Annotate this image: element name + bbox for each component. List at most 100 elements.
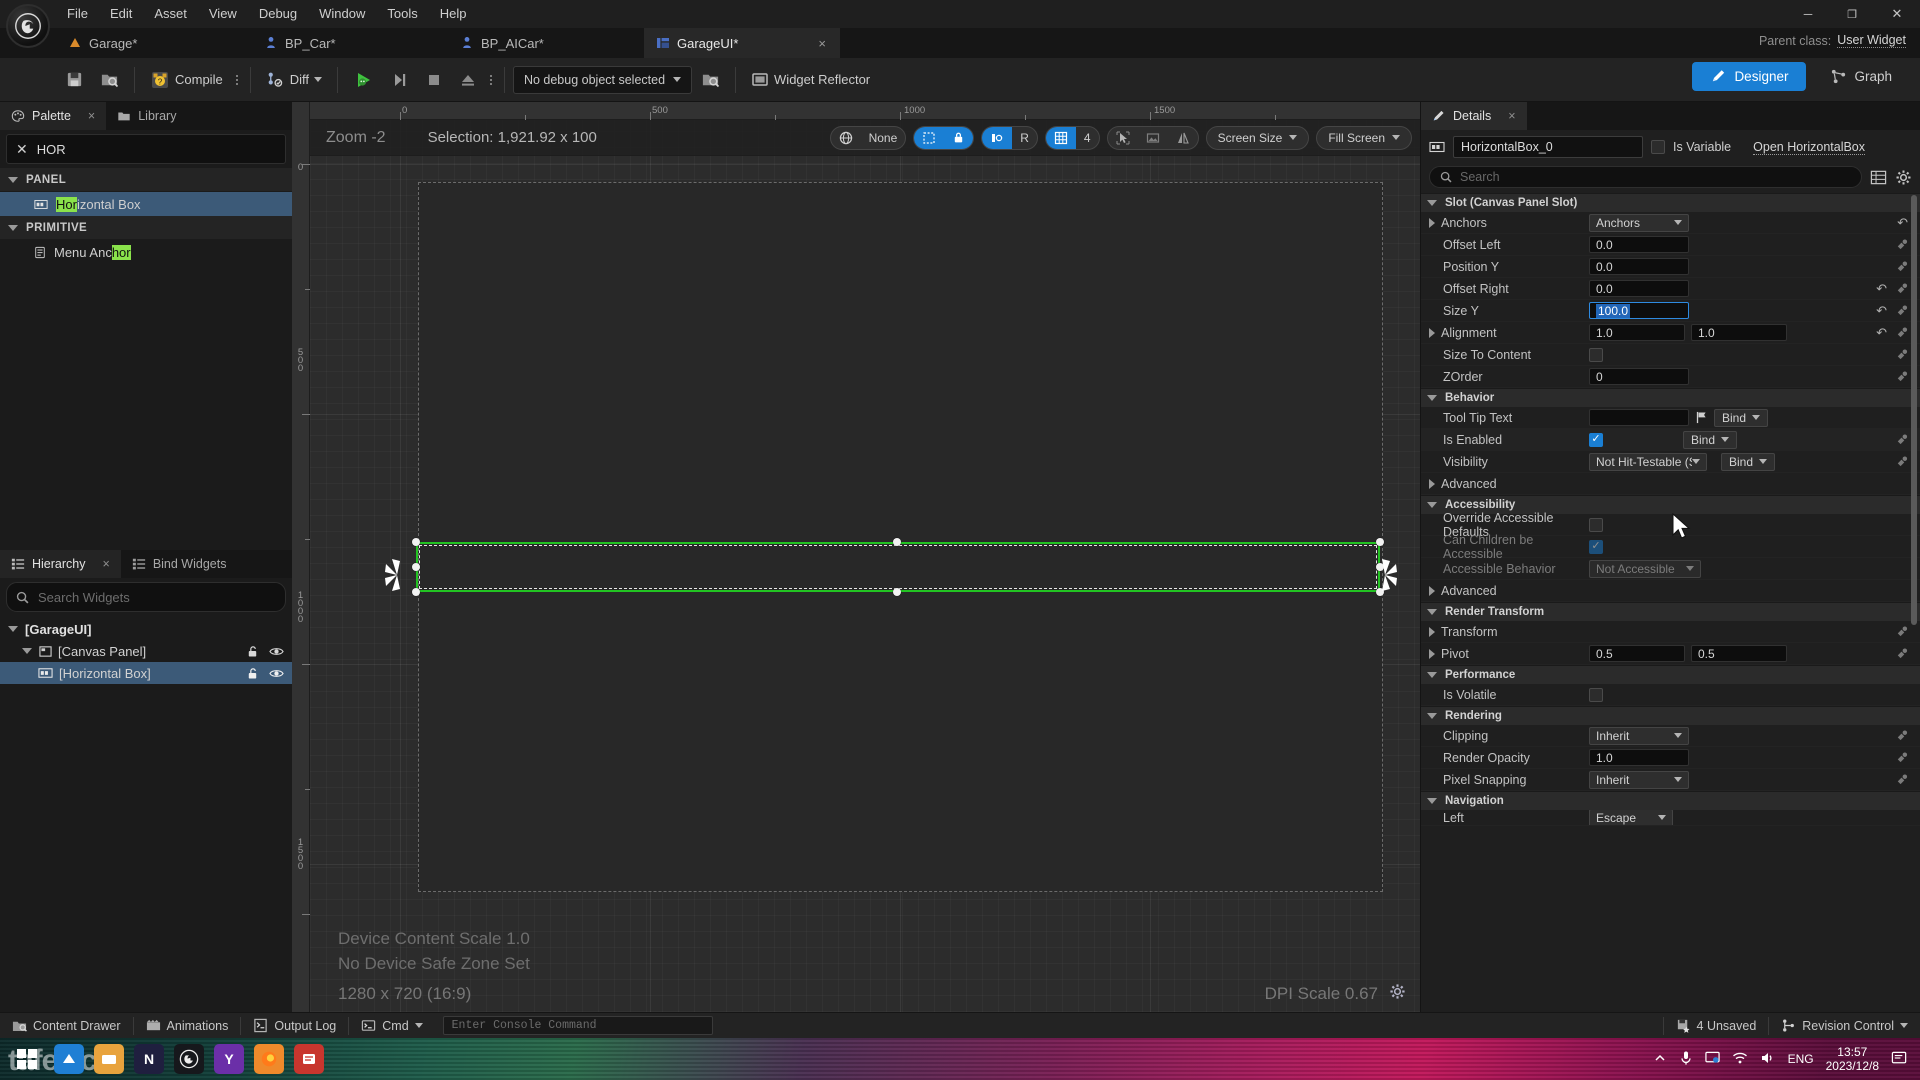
diff-button[interactable]: Diff <box>259 63 329 97</box>
pivot-y-input[interactable]: 0.5 <box>1691 645 1787 662</box>
bind-pin-icon[interactable] <box>1895 326 1908 339</box>
resize-handle-bottom-left[interactable] <box>412 588 420 596</box>
tab-close-icon[interactable]: × <box>804 36 826 51</box>
property-row-anchors[interactable]: Anchors Anchors ↶ <box>1421 212 1920 234</box>
mirror-button[interactable] <box>1168 127 1198 149</box>
details-search[interactable] <box>1429 166 1862 188</box>
start-button[interactable] <box>10 1042 44 1076</box>
animations-button[interactable]: Animations <box>134 1013 241 1039</box>
details-search-input[interactable] <box>1460 170 1851 184</box>
volume-icon[interactable] <box>1760 1051 1776 1068</box>
stop-button[interactable] <box>418 63 450 97</box>
bind-pin-icon[interactable] <box>1895 282 1908 295</box>
section-navigation[interactable]: Navigation <box>1421 791 1920 810</box>
bind-pin-icon[interactable] <box>1895 751 1908 764</box>
bind-pin-icon[interactable] <box>1895 729 1908 742</box>
grid-snap-pill[interactable]: 4 <box>1044 125 1100 150</box>
parent-class-value[interactable]: User Widget <box>1837 33 1906 48</box>
bind-pin-icon[interactable] <box>1895 455 1908 468</box>
resize-handle-top-left[interactable] <box>412 538 420 546</box>
anchor-lock-pill[interactable] <box>913 125 975 150</box>
palette-category-primitive[interactable]: PRIMITIVE <box>0 216 292 240</box>
chevron-right-icon[interactable] <box>1429 478 1435 489</box>
is-enabled-bind-button[interactable]: Bind <box>1683 430 1738 449</box>
render-opacity-input[interactable]: 1.0 <box>1589 749 1689 766</box>
bind-pin-icon[interactable] <box>1895 433 1908 446</box>
property-row-visibility[interactable]: Visibility Not Hit-Testable (Self C Bind <box>1421 451 1920 473</box>
property-row-pivot[interactable]: Pivot 0.5 0.5 <box>1421 643 1920 665</box>
section-behavior[interactable]: Behavior <box>1421 388 1920 407</box>
tray-expand-icon[interactable] <box>1653 1051 1667 1068</box>
is-volatile-checkbox[interactable] <box>1589 687 1603 702</box>
palette-item-menu-anchor[interactable]: Menu Anchor <box>0 240 292 264</box>
section-slot-canvas-panel-slot[interactable]: Slot (Canvas Panel Slot) <box>1421 193 1920 212</box>
clock[interactable]: 13:57 2023/12/8 <box>1826 1045 1879 1073</box>
widget-reflector-button[interactable]: Widget Reflector <box>744 63 877 97</box>
resize-handle-top-right[interactable] <box>1376 538 1384 546</box>
property-row-size-y[interactable]: Size Y 100.0 ↶ <box>1421 300 1920 322</box>
property-row-is-volatile[interactable]: Is Volatile <box>1421 684 1920 706</box>
graph-mode-button[interactable]: Graph <box>1812 62 1910 91</box>
grid-snap-value[interactable]: 4 <box>1076 127 1099 149</box>
language-indicator[interactable]: ENG <box>1788 1052 1814 1066</box>
tree-row-canvas-panel[interactable]: [Canvas Panel] <box>0 640 292 662</box>
widget-name-input[interactable] <box>1453 136 1643 158</box>
wifi-icon[interactable] <box>1732 1051 1748 1068</box>
hierarchy-search-input[interactable] <box>38 589 276 605</box>
palette-item-horizontal-box[interactable]: Horizontal Box <box>0 192 292 216</box>
screen-size-dropdown[interactable]: Screen Size <box>1205 125 1310 150</box>
chevron-right-icon[interactable] <box>1429 327 1435 338</box>
menu-tools[interactable]: Tools <box>376 2 428 26</box>
debug-object-dropdown[interactable]: No debug object selected <box>512 65 693 94</box>
eject-button[interactable] <box>452 63 484 97</box>
compile-button[interactable]: ? Compile <box>143 63 230 97</box>
content-drawer-button[interactable]: Content Drawer <box>0 1013 133 1039</box>
globe-button[interactable] <box>831 127 861 149</box>
cmd-button[interactable]: Cmd <box>349 1013 434 1039</box>
rotation-snap-pill[interactable]: R <box>981 125 1038 150</box>
section-render-transform[interactable]: Render Transform <box>1421 602 1920 621</box>
property-row-zorder[interactable]: ZOrder 0 <box>1421 366 1920 388</box>
details-scrollbar[interactable] <box>1910 195 1918 1010</box>
tab-bp-aicar[interactable]: BP_AICar* <box>448 28 644 58</box>
browse-button[interactable] <box>93 63 126 97</box>
clipping-dropdown[interactable]: Inherit <box>1589 726 1689 745</box>
tab-garage[interactable]: Garage* <box>56 28 252 58</box>
anchors-dropdown[interactable]: Anchors <box>1589 213 1689 232</box>
clear-icon[interactable]: ✕ <box>16 141 28 158</box>
zorder-input[interactable]: 0 <box>1589 368 1689 385</box>
save-button[interactable] <box>58 63 91 97</box>
designer-viewport[interactable]: 0 500 1000 1500 0 500 1000 1500 Device C… <box>292 102 1420 1012</box>
lock-toggle[interactable] <box>944 126 974 149</box>
property-row-pixel-snapping[interactable]: Pixel Snapping Inherit <box>1421 769 1920 791</box>
override-accessible-defaults-checkbox[interactable] <box>1589 517 1603 532</box>
dpi-settings-gear-icon[interactable] <box>1389 983 1406 1003</box>
open-horizontalbox-link[interactable]: Open HorizontalBox <box>1753 140 1866 155</box>
skip-button[interactable] <box>384 63 416 97</box>
menu-debug[interactable]: Debug <box>248 2 308 26</box>
resize-handle-middle-left[interactable] <box>412 563 420 571</box>
chevron-right-icon[interactable] <box>1429 217 1435 228</box>
taskbar-app-red[interactable] <box>294 1044 324 1074</box>
section-rendering[interactable]: Rendering <box>1421 706 1920 725</box>
bind-pin-icon[interactable] <box>1895 647 1908 660</box>
property-row-render-opacity[interactable]: Render Opacity 1.0 <box>1421 747 1920 769</box>
image-preview-button[interactable] <box>1138 127 1168 149</box>
tab-library[interactable]: Library <box>106 102 188 130</box>
property-row-transform[interactable]: Transform <box>1421 621 1920 643</box>
unsaved-button[interactable]: 4 Unsaved <box>1664 1013 1769 1039</box>
anchor-handle-left[interactable] <box>384 556 410 594</box>
property-row-size-to-content[interactable]: Size To Content <box>1421 344 1920 366</box>
property-row-position-y[interactable]: Position Y 0.0 <box>1421 256 1920 278</box>
bind-pin-icon[interactable] <box>1895 773 1908 786</box>
fill-screen-dropdown[interactable]: Fill Screen <box>1316 125 1412 150</box>
is-enabled-checkbox[interactable] <box>1589 432 1603 447</box>
property-row-clipping[interactable]: Clipping Inherit <box>1421 725 1920 747</box>
chevron-down-icon[interactable] <box>8 626 18 632</box>
palette-category-panel[interactable]: PANEL <box>0 168 292 192</box>
size-to-content-checkbox[interactable] <box>1589 347 1603 362</box>
play-options-icon[interactable] <box>486 74 496 85</box>
chevron-right-icon[interactable] <box>1429 585 1435 596</box>
grid-snap-toggle[interactable] <box>1045 126 1076 149</box>
pivot-x-input[interactable]: 0.5 <box>1589 645 1685 662</box>
